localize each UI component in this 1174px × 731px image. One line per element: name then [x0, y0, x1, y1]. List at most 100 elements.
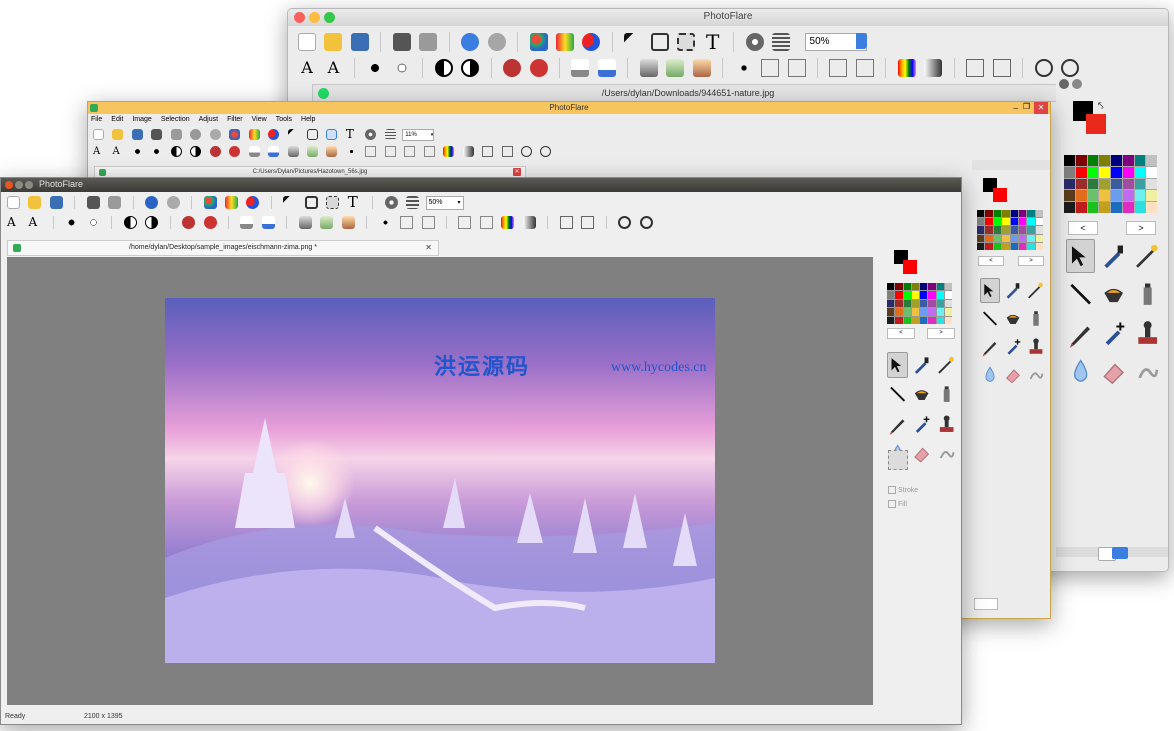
pointer-tool-icon[interactable] — [887, 352, 909, 379]
triangle-icon[interactable] — [421, 216, 435, 230]
pointer-arrow-icon[interactable] — [283, 196, 297, 210]
background-color-swatch[interactable] — [903, 260, 917, 274]
gradient-gray-icon[interactable] — [924, 58, 943, 77]
palette-swatch[interactable] — [1122, 178, 1134, 190]
image-filter-icon[interactable] — [326, 146, 338, 158]
palette-swatch[interactable] — [920, 299, 928, 308]
color-balls-icon[interactable] — [203, 196, 217, 210]
rotate-right-icon[interactable] — [1060, 58, 1079, 77]
list-icon[interactable] — [384, 129, 396, 141]
palette-swatch[interactable] — [1087, 155, 1099, 166]
undo-icon[interactable] — [190, 129, 202, 141]
palette-swatch[interactable] — [1010, 234, 1018, 242]
palette-swatch[interactable] — [1035, 210, 1043, 218]
palette-swatch[interactable] — [1087, 202, 1099, 213]
palette-swatch[interactable] — [1111, 190, 1122, 202]
palette-swatch[interactable] — [1099, 155, 1110, 166]
mosaic-icon[interactable] — [248, 129, 260, 141]
mosaic-icon[interactable] — [555, 32, 574, 51]
font-a-icon[interactable]: A — [298, 58, 316, 77]
palette-swatch[interactable] — [1002, 218, 1010, 226]
palette-swatch[interactable] — [1099, 166, 1110, 178]
background-color-swatch[interactable] — [1086, 114, 1106, 134]
palette-swatch[interactable] — [920, 308, 928, 316]
eraser-tool-icon[interactable] — [911, 440, 932, 466]
pointer-tool-icon[interactable] — [1066, 239, 1096, 274]
close-button[interactable] — [5, 181, 13, 189]
palette-swatch[interactable] — [1010, 226, 1018, 234]
red-circle-icon[interactable] — [229, 146, 241, 158]
palette-swatch[interactable] — [887, 283, 895, 291]
levels-icon[interactable] — [240, 216, 254, 230]
image-filter-icon[interactable] — [666, 58, 685, 77]
undo-icon[interactable] — [461, 32, 480, 51]
pointer-tool-icon[interactable] — [980, 278, 1000, 303]
palette-swatch[interactable] — [928, 316, 936, 324]
palette-next-button[interactable]: > — [927, 328, 955, 339]
palette-swatch[interactable] — [1002, 210, 1010, 218]
palette-swatch[interactable] — [1075, 178, 1087, 190]
palette-swatch[interactable] — [1035, 218, 1043, 226]
menu-item-adjust[interactable]: Adjust — [199, 116, 218, 123]
palette-swatch[interactable] — [887, 291, 895, 299]
triangle-icon[interactable] — [384, 146, 396, 158]
contrast-icon[interactable] — [145, 216, 159, 230]
palette-swatch[interactable] — [993, 242, 1002, 250]
palette-swatch[interactable] — [977, 234, 985, 242]
palette-swatch[interactable] — [928, 291, 936, 299]
spray-can-tool-icon[interactable] — [1026, 306, 1046, 331]
gear-icon[interactable] — [384, 196, 398, 210]
palette-swatch[interactable] — [1134, 155, 1146, 166]
fill-checkbox[interactable] — [888, 500, 896, 508]
palette-swatch[interactable] — [993, 234, 1002, 242]
image-filter-icon[interactable] — [692, 58, 711, 77]
move-icon[interactable] — [345, 146, 357, 158]
palette-swatch[interactable] — [1018, 218, 1027, 226]
palette-swatch[interactable] — [1018, 226, 1027, 234]
palette-swatch[interactable] — [1099, 202, 1110, 213]
triangle-icon[interactable] — [458, 216, 472, 230]
palette-swatch[interactable] — [1087, 166, 1099, 178]
palette-swatch[interactable] — [1075, 166, 1087, 178]
image-filter-icon[interactable] — [287, 146, 299, 158]
gradient-rainbow-icon[interactable] — [501, 216, 515, 230]
stroke-checkbox[interactable] — [888, 486, 896, 494]
new-file-icon[interactable] — [93, 129, 104, 141]
clone-stamp-tool-icon[interactable] — [1133, 316, 1162, 350]
pencil-plus-tool-icon[interactable] — [1003, 334, 1023, 359]
palette-swatch[interactable] — [887, 308, 895, 316]
palette-swatch[interactable] — [1134, 166, 1146, 178]
palette-swatch[interactable] — [903, 283, 911, 291]
palette-swatch[interactable] — [903, 291, 911, 299]
palette-swatch[interactable] — [911, 308, 919, 316]
flip-horizontal-icon[interactable] — [966, 58, 985, 77]
brightness-icon[interactable] — [86, 216, 100, 230]
magic-wand-tool-icon[interactable] — [1133, 239, 1162, 273]
gradient-gray-icon[interactable] — [522, 216, 536, 230]
selection-icon[interactable] — [677, 32, 696, 51]
red-blue-circles-icon[interactable] — [582, 32, 601, 51]
blur-drop-tool-icon[interactable] — [1066, 354, 1095, 388]
rotate-right-icon[interactable] — [540, 146, 552, 158]
crop-icon[interactable] — [650, 32, 669, 51]
marquee-tool[interactable] — [888, 450, 908, 470]
palette-swatch[interactable] — [1111, 166, 1122, 178]
palette-swatch[interactable] — [977, 226, 985, 234]
stroke-checkbox-row[interactable]: Stroke — [888, 486, 918, 494]
palette-swatch[interactable] — [903, 299, 911, 308]
palette-swatch[interactable] — [977, 242, 985, 250]
palette-swatch[interactable] — [1018, 210, 1027, 218]
palette-swatch[interactable] — [1035, 242, 1043, 250]
paint-bucket-tool-icon[interactable] — [1099, 277, 1128, 311]
palette-swatch[interactable] — [944, 308, 952, 316]
image-canvas-area[interactable] — [7, 257, 873, 705]
palette-swatch[interactable] — [1146, 190, 1157, 202]
new-file-icon[interactable] — [298, 32, 316, 51]
contrast-icon[interactable] — [170, 146, 182, 158]
red-blue-circles-icon[interactable] — [268, 129, 280, 141]
palette-swatch[interactable] — [944, 291, 952, 299]
palette-swatch[interactable] — [920, 283, 928, 291]
palette-swatch[interactable] — [911, 299, 919, 308]
open-folder-icon[interactable] — [324, 32, 343, 51]
contrast-icon[interactable] — [461, 58, 480, 77]
